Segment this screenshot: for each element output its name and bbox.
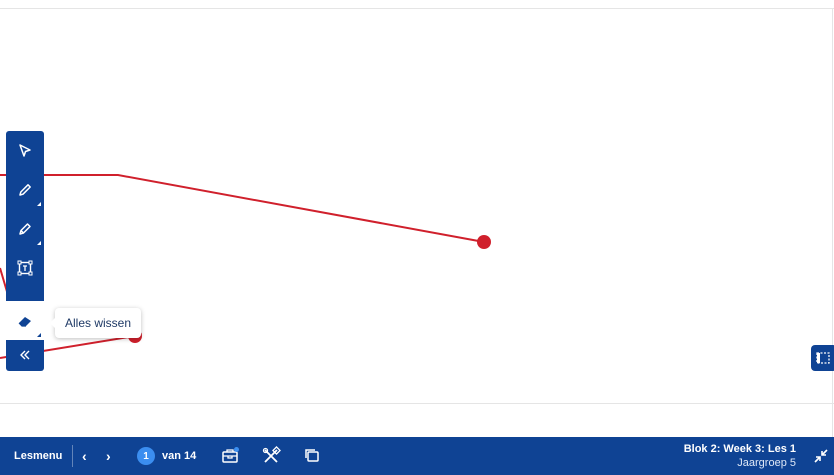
lesson-group: Jaargroep 5 — [737, 457, 796, 469]
marker-icon — [19, 222, 31, 235]
marker-tool-button[interactable] — [6, 209, 44, 248]
previous-page-button[interactable]: ‹ — [82, 437, 87, 475]
bottom-navigation-bar: Lesmenu ‹ › 1 van 14 Blok 2: Week 3: Les… — [0, 437, 834, 475]
eraser-icon — [18, 316, 31, 327]
windows-icon — [305, 449, 319, 462]
lesmenu-button[interactable]: Lesmenu — [14, 437, 62, 475]
pencil-tool-button[interactable] — [6, 170, 44, 209]
drawing-toolbar — [6, 131, 44, 371]
textbox-icon — [17, 260, 33, 275]
submenu-indicator — [37, 241, 41, 245]
cursor-icon — [19, 143, 31, 157]
current-page-badge[interactable]: 1 — [137, 447, 155, 465]
select-tool-button[interactable] — [6, 131, 44, 170]
windows-button[interactable] — [302, 446, 322, 466]
double-chevron-left-icon — [20, 350, 30, 359]
collapse-toolbar-button[interactable] — [6, 335, 44, 374]
panel-icon — [816, 352, 830, 364]
eraser-tooltip: Alles wissen — [49, 308, 142, 338]
lesson-title: Blok 2: Week 3: Les 1 — [683, 443, 796, 455]
whiteboard-canvas[interactable] — [0, 0, 834, 437]
toolbox-button[interactable] — [220, 446, 240, 466]
briefcase-icon — [222, 447, 239, 463]
divider — [72, 445, 73, 467]
tools-button[interactable] — [261, 446, 281, 466]
annotation-line-top — [0, 174, 485, 243]
tools-icon — [262, 446, 281, 463]
textbox-tool-button[interactable] — [6, 248, 44, 287]
tooltip-text: Alles wissen — [65, 316, 132, 330]
next-page-button[interactable]: › — [106, 437, 111, 475]
annotation-lines — [0, 174, 491, 359]
shrink-icon — [814, 449, 828, 463]
submenu-indicator — [37, 202, 41, 206]
exit-fullscreen-button[interactable] — [813, 448, 829, 464]
annotation-dot-canvas — [477, 235, 491, 249]
page-count: van 14 — [162, 450, 197, 462]
pencil-icon — [19, 183, 31, 196]
side-panel-button[interactable] — [811, 345, 834, 371]
